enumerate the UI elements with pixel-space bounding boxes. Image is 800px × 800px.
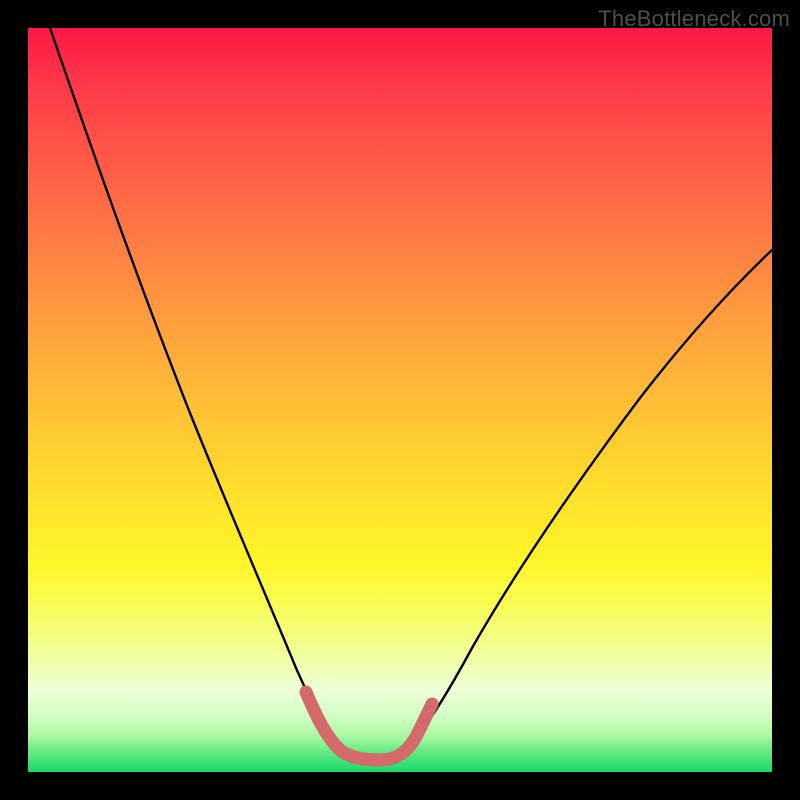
valley-highlight: [306, 692, 432, 760]
gradient-plot-area: [28, 28, 772, 772]
chart-frame: TheBottleneck.com: [0, 0, 800, 800]
right-curve: [414, 250, 772, 740]
curves-svg: [28, 28, 772, 772]
left-curve: [50, 28, 334, 742]
